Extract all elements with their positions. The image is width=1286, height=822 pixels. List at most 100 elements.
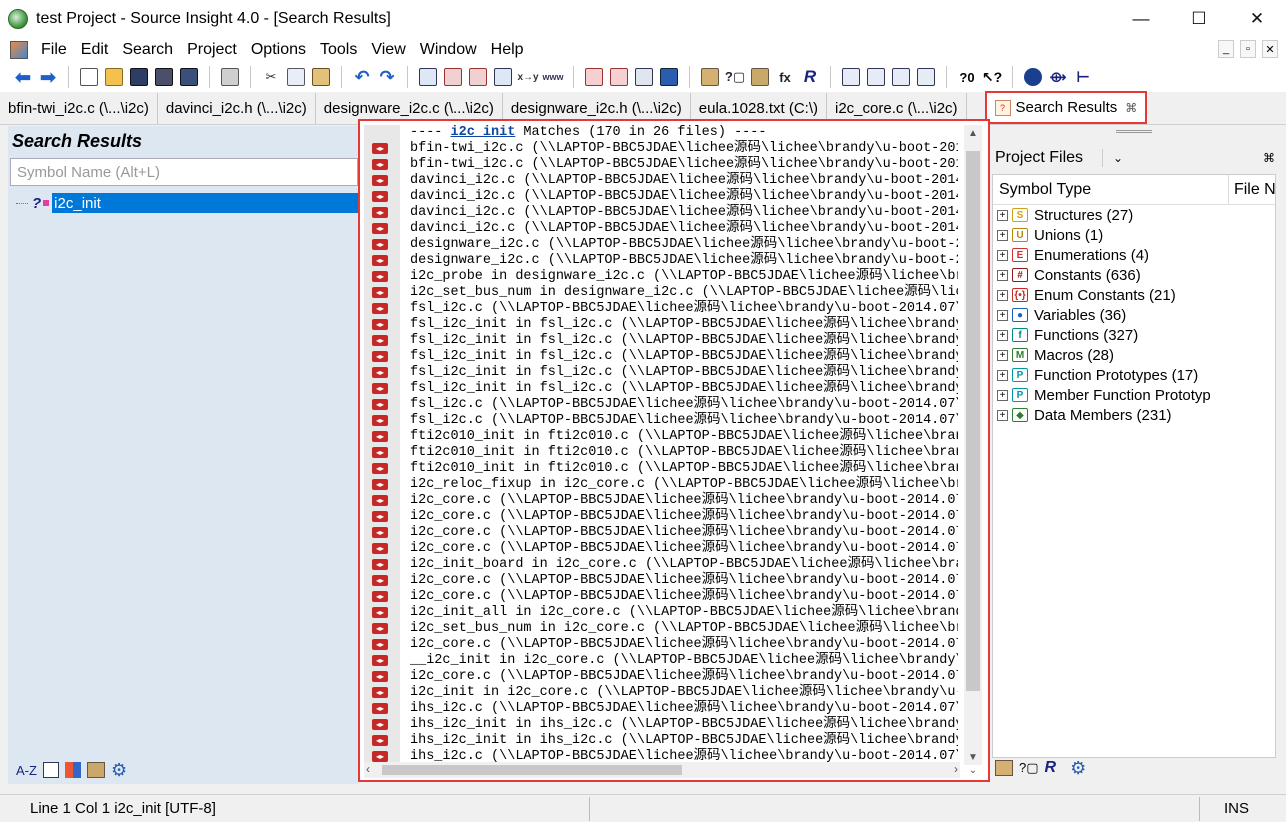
layout-panel-icon[interactable]: [865, 66, 887, 88]
result-marker-icon[interactable]: ◂▸: [372, 159, 388, 170]
list-view-icon[interactable]: [42, 762, 59, 778]
expand-icon[interactable]: +: [997, 309, 1008, 321]
search-backward-icon[interactable]: [442, 66, 464, 88]
search-results-list[interactable]: ---- i2c_init Matches (170 in 26 files) …: [410, 125, 958, 765]
scroll-corner-icon[interactable]: ⌄: [964, 762, 982, 778]
outline-icon[interactable]: ⊢: [1072, 66, 1094, 88]
result-line[interactable]: ihs_i2c.c (\\LAPTOP-BBC5JDAE\lichee源码\li…: [410, 701, 958, 717]
symbol-type-item[interactable]: + # Constants (636): [993, 265, 1275, 285]
bookmark-prev-icon[interactable]: [583, 66, 605, 88]
vertical-scroll-thumb[interactable]: [966, 151, 980, 691]
col-file-name[interactable]: File N: [1229, 181, 1275, 199]
menu-file[interactable]: File: [34, 41, 74, 59]
result-line[interactable]: i2c_init_board in i2c_core.c (\\LAPTOP-B…: [410, 557, 958, 573]
result-marker-icon[interactable]: ◂▸: [372, 511, 388, 522]
result-line[interactable]: i2c_set_bus_num in designware_i2c.c (\\L…: [410, 285, 958, 301]
result-line[interactable]: fti2c010_init in fti2c010.c (\\LAPTOP-BB…: [410, 461, 958, 477]
symbol-type-item[interactable]: + S Structures (27): [993, 205, 1275, 225]
expand-icon[interactable]: +: [997, 209, 1008, 221]
bookmark-next-icon[interactable]: [608, 66, 630, 88]
close-button[interactable]: ✕: [1228, 0, 1286, 38]
result-marker-icon[interactable]: ◂▸: [372, 143, 388, 154]
search-files-icon[interactable]: [492, 66, 514, 88]
result-line[interactable]: i2c_probe in designware_i2c.c (\\LAPTOP-…: [410, 269, 958, 285]
expand-icon[interactable]: +: [997, 329, 1008, 341]
relation-icon[interactable]: R: [1045, 759, 1057, 777]
result-line[interactable]: fsl_i2c_init in fsl_i2c.c (\\LAPTOP-BBC5…: [410, 365, 958, 381]
menu-edit[interactable]: Edit: [74, 41, 116, 59]
save-icon[interactable]: [128, 66, 150, 88]
sort-az-icon[interactable]: A-Z: [16, 763, 37, 778]
paste-icon[interactable]: [310, 66, 332, 88]
result-marker-icon[interactable]: ◂▸: [372, 575, 388, 586]
result-line[interactable]: fsl_i2c.c (\\LAPTOP-BBC5JDAE\lichee源码\li…: [410, 413, 958, 429]
result-marker-icon[interactable]: ◂▸: [372, 271, 388, 282]
result-marker-icon[interactable]: ◂▸: [372, 303, 388, 314]
scroll-right-icon[interactable]: ›: [954, 762, 958, 776]
menu-tools[interactable]: Tools: [313, 41, 364, 59]
layout-grid-icon[interactable]: [840, 66, 862, 88]
expand-icon[interactable]: +: [997, 389, 1008, 401]
result-marker-icon[interactable]: ◂▸: [372, 527, 388, 538]
sync-icon[interactable]: ⟴: [1047, 66, 1069, 88]
tree-view-icon[interactable]: [64, 762, 81, 778]
result-line[interactable]: i2c_core.c (\\LAPTOP-BBC5JDAE\lichee源码\l…: [410, 589, 958, 605]
vertical-scrollbar[interactable]: ▲ ▼: [964, 125, 982, 765]
result-line[interactable]: davinci_i2c.c (\\LAPTOP-BBC5JDAE\lichee源…: [410, 221, 958, 237]
book-icon[interactable]: [86, 762, 105, 778]
result-marker-icon[interactable]: ◂▸: [372, 287, 388, 298]
result-line[interactable]: fsl_i2c.c (\\LAPTOP-BBC5JDAE\lichee源码\li…: [410, 397, 958, 413]
gear-icon[interactable]: ⚙: [111, 760, 127, 781]
back-icon[interactable]: ⬅: [12, 66, 34, 89]
search-forward-icon[interactable]: [467, 66, 489, 88]
layout-split-icon[interactable]: [890, 66, 912, 88]
print-icon[interactable]: [219, 66, 241, 88]
save-project-icon[interactable]: [178, 66, 200, 88]
result-line[interactable]: davinci_i2c.c (\\LAPTOP-BBC5JDAE\lichee源…: [410, 189, 958, 205]
tab-davinci-i2c-h[interactable]: davinci_i2c.h (\...\i2c): [158, 93, 316, 124]
result-marker-icon[interactable]: ◂▸: [372, 687, 388, 698]
symbol-type-item[interactable]: + P Function Prototypes (17): [993, 365, 1275, 385]
symbol-type-item[interactable]: + ◆ Data Members (231): [993, 405, 1275, 425]
result-marker-icon[interactable]: ◂▸: [372, 255, 388, 266]
undo-icon[interactable]: ↶: [351, 66, 373, 88]
bookmark-icon[interactable]: [658, 66, 680, 88]
symbol-search-input[interactable]: Symbol Name (Alt+L): [10, 158, 358, 186]
result-marker-icon[interactable]: ◂▸: [372, 495, 388, 506]
lookup-icon[interactable]: www: [542, 66, 564, 88]
result-line[interactable]: i2c_core.c (\\LAPTOP-BBC5JDAE\lichee源码\l…: [410, 525, 958, 541]
symbol-type-item[interactable]: + ● Variables (36): [993, 305, 1275, 325]
horizontal-scroll-thumb[interactable]: [382, 765, 682, 775]
expand-icon[interactable]: +: [997, 369, 1008, 381]
expand-icon[interactable]: +: [997, 289, 1008, 301]
reference-book-icon[interactable]: [749, 66, 771, 88]
result-marker-icon[interactable]: ◂▸: [372, 479, 388, 490]
result-marker-icon[interactable]: ◂▸: [372, 351, 388, 362]
search-icon[interactable]: [417, 66, 439, 88]
result-marker-icon[interactable]: ◂▸: [372, 207, 388, 218]
result-marker-icon[interactable]: ◂▸: [372, 671, 388, 682]
menu-help[interactable]: Help: [484, 41, 531, 59]
result-marker-icon[interactable]: ◂▸: [372, 751, 388, 762]
result-marker-icon[interactable]: ◂▸: [372, 655, 388, 666]
result-marker-icon[interactable]: ◂▸: [372, 431, 388, 442]
result-marker-icon[interactable]: ◂▸: [372, 719, 388, 730]
result-marker-icon[interactable]: ◂▸: [372, 703, 388, 714]
result-line[interactable]: designware_i2c.c (\\LAPTOP-BBC5JDAE\lich…: [410, 237, 958, 253]
scroll-up-icon[interactable]: ▲: [964, 125, 982, 141]
result-marker-icon[interactable]: ◂▸: [372, 607, 388, 618]
expand-icon[interactable]: +: [997, 229, 1008, 241]
jump-icon[interactable]: [633, 66, 655, 88]
expand-icon[interactable]: +: [997, 409, 1008, 421]
tab-bfin-twi-i2c[interactable]: bfin-twi_i2c.c (\...\i2c): [0, 93, 158, 124]
menu-view[interactable]: View: [364, 41, 412, 59]
symbol-type-item[interactable]: + E Enumerations (4): [993, 245, 1275, 265]
result-marker-icon[interactable]: ◂▸: [372, 447, 388, 458]
result-marker-icon[interactable]: ◂▸: [372, 623, 388, 634]
mdi-minimize-icon[interactable]: _: [1218, 40, 1234, 58]
gear-icon[interactable]: ⚙: [1070, 758, 1086, 779]
result-line[interactable]: i2c_set_bus_num in i2c_core.c (\\LAPTOP-…: [410, 621, 958, 637]
menu-options[interactable]: Options: [244, 41, 313, 59]
menu-project[interactable]: Project: [180, 41, 244, 59]
document-icon[interactable]: [10, 41, 28, 59]
